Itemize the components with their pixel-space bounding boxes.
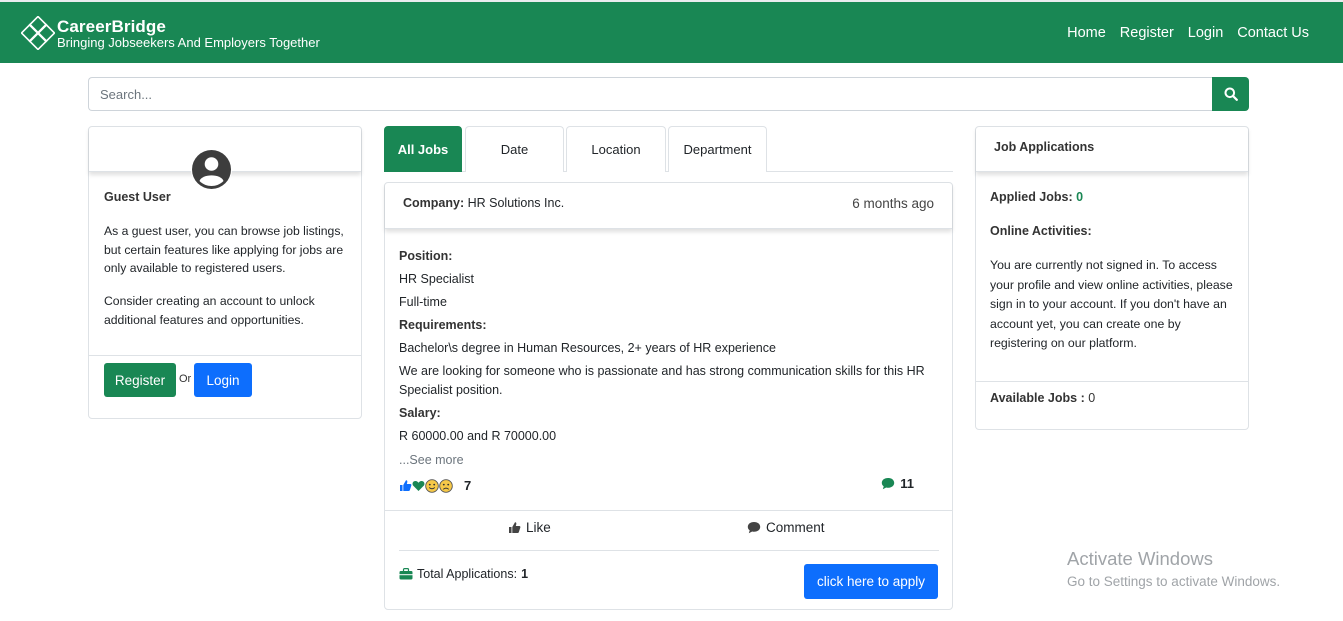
brand[interactable]: CareerBridge Bringing Jobseekers And Emp… — [21, 16, 320, 50]
guest-description: As a guest user, you can browse job list… — [104, 224, 344, 275]
brand-tagline: Bringing Jobseekers And Employers Togeth… — [57, 34, 320, 50]
nav-register-link[interactable]: Register — [1120, 25, 1174, 41]
reaction-count: 7 — [464, 478, 472, 493]
comment-bubble-icon — [882, 478, 895, 490]
total-applications-label: Total Applications: — [417, 567, 518, 581]
position-value: HR Specialist — [399, 272, 475, 286]
position-label: Position: — [399, 249, 453, 263]
salary-value: R 60000.00 and R 70000.00 — [399, 429, 557, 443]
briefcase-icon — [399, 568, 413, 580]
or-text: Or — [179, 373, 192, 385]
tab-location[interactable]: Location — [566, 126, 666, 172]
user-avatar-icon — [191, 149, 232, 190]
available-jobs: Available Jobs : 0 — [990, 391, 1095, 405]
apply-button[interactable]: click here to apply — [804, 564, 938, 599]
watermark-title: Activate Windows — [1067, 548, 1213, 569]
comment-count[interactable]: 11 — [881, 476, 914, 491]
total-applications-count: 1 — [521, 567, 529, 581]
tab-department[interactable]: Department — [668, 126, 767, 172]
smile-emoji-icon — [425, 478, 439, 493]
job-applications-card: Job Applications Applied Jobs: 0 Online … — [975, 126, 1249, 430]
applications-card-title: Job Applications — [994, 140, 1095, 154]
applications-divider — [976, 381, 1248, 382]
tab-all-jobs[interactable]: All Jobs — [384, 126, 462, 172]
applied-jobs-count: 0 — [1076, 190, 1084, 204]
job-divider — [385, 510, 952, 511]
job-type: Full-time — [399, 295, 447, 309]
online-activities-description: You are currently not signed in. To acce… — [990, 258, 1233, 350]
comment-label: Comment — [766, 520, 825, 535]
applied-jobs: Applied Jobs: 0 — [990, 190, 1083, 204]
search-icon — [1224, 87, 1238, 101]
applications-card-header: Job Applications — [976, 127, 1248, 172]
comment-button[interactable]: Comment — [747, 520, 825, 535]
search-button[interactable] — [1212, 77, 1249, 111]
nav-contact-link[interactable]: Contact Us — [1237, 25, 1309, 41]
requirements-value: Bachelor\s degree in Human Resources, 2+… — [399, 341, 776, 355]
thumbs-up-icon — [400, 480, 412, 491]
job-divider-2 — [399, 550, 939, 551]
guest-card-divider — [89, 355, 361, 356]
brand-logo-icon — [21, 16, 55, 50]
total-applications: Total Applications: 1 — [399, 567, 528, 581]
comment-count-value: 11 — [900, 476, 914, 491]
tab-date[interactable]: Date — [465, 126, 564, 172]
available-jobs-count: 0 — [1088, 391, 1096, 405]
guest-description-2: Consider creating an account to unlock a… — [104, 294, 315, 327]
navbar: CareerBridge Bringing Jobseekers And Emp… — [0, 0, 1343, 63]
activate-windows-watermark: Activate Windows Go to Settings to activ… — [1067, 548, 1280, 589]
see-more-link[interactable]: ...See more — [399, 453, 464, 467]
online-activities-label: Online Activities: — [990, 224, 1092, 238]
guest-user-name: Guest User — [104, 190, 171, 204]
requirements-label: Requirements: — [399, 318, 487, 332]
brand-name: CareerBridge — [57, 16, 166, 36]
nav-login-link[interactable]: Login — [1188, 25, 1223, 41]
search-bar — [88, 77, 1249, 111]
like-label: Like — [526, 520, 551, 535]
company: Company: HR Solutions Inc. — [403, 196, 564, 210]
like-icon — [509, 522, 521, 533]
company-name: HR Solutions Inc. — [467, 196, 565, 210]
heart-icon — [412, 481, 425, 491]
like-button[interactable]: Like — [508, 520, 551, 535]
watermark-subtitle: Go to Settings to activate Windows. — [1067, 574, 1281, 589]
job-card-header: Company: HR Solutions Inc. 6 months ago — [385, 183, 952, 229]
reactions[interactable]: 7 — [399, 478, 471, 493]
posted-time: 6 months ago — [852, 196, 934, 211]
company-label: Company: — [403, 196, 465, 210]
login-button[interactable]: Login — [194, 363, 252, 397]
job-filter-tabs: All Jobs Date Location Department — [384, 126, 953, 172]
nav-home-link[interactable]: Home — [1067, 25, 1106, 41]
sad-emoji-icon — [439, 478, 453, 493]
register-button[interactable]: Register — [104, 363, 176, 397]
nav-links: Home Register Login Contact Us — [1067, 25, 1309, 41]
salary-label: Salary: — [399, 406, 441, 420]
job-post-card: Company: HR Solutions Inc. 6 months ago … — [384, 182, 953, 610]
available-jobs-separator: : — [1080, 391, 1085, 405]
comment-icon — [747, 522, 761, 534]
job-description: We are looking for someone who is passio… — [399, 364, 925, 397]
guest-card: Guest User As a guest user, you can brow… — [88, 126, 362, 419]
online-activities: Online Activities: — [990, 224, 1092, 238]
available-jobs-label: Available Jobs — [990, 391, 1078, 405]
search-input[interactable] — [88, 77, 1212, 111]
applied-jobs-label: Applied Jobs: — [990, 190, 1073, 204]
